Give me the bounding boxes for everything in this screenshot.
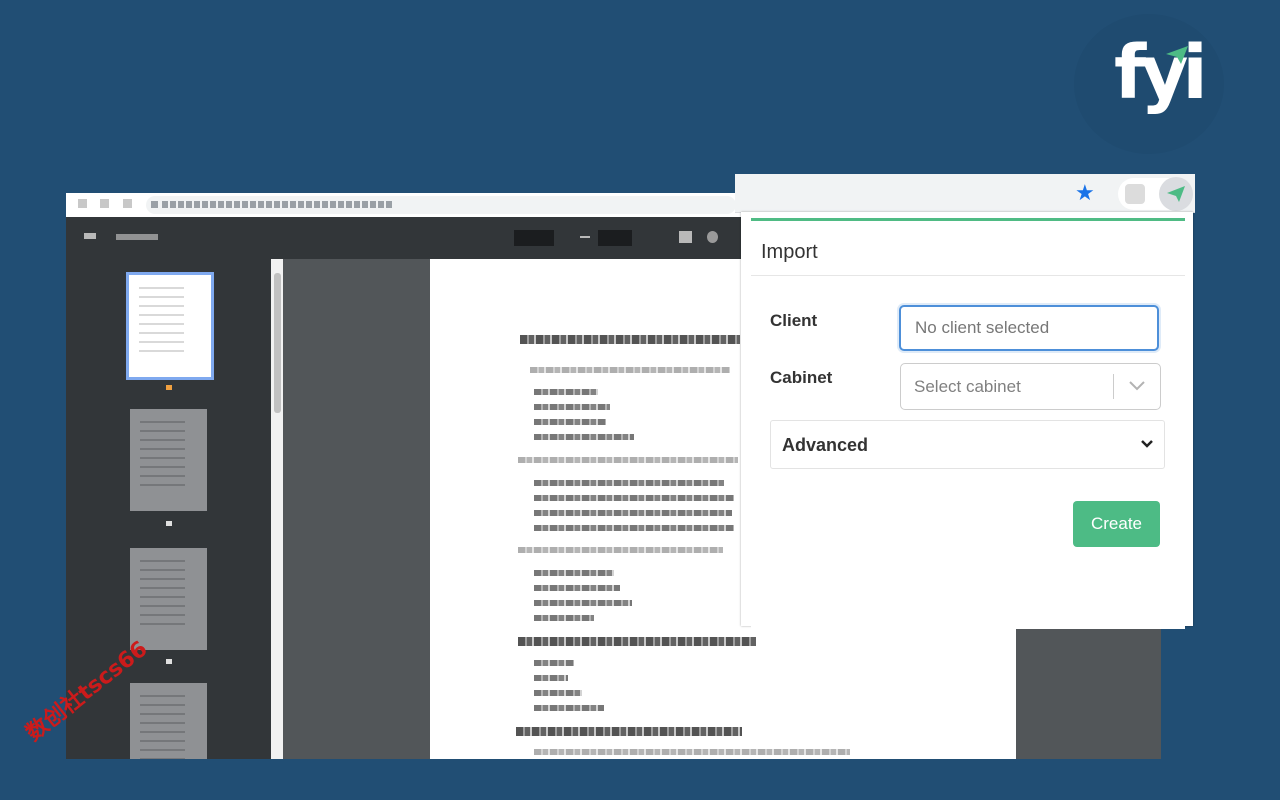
blurred-text (534, 749, 850, 755)
blurred-text (534, 404, 610, 410)
page-thumbnail[interactable] (126, 272, 214, 380)
sidebar-scrollbar-thumb[interactable] (274, 273, 281, 413)
blurred-text (534, 480, 724, 486)
lock-icon (151, 201, 158, 208)
blurred-text (518, 457, 738, 463)
address-text-blurred (162, 201, 392, 208)
import-popup: Import Client Cabinet Select cabinet Adv… (751, 218, 1185, 629)
blurred-text (534, 495, 734, 501)
forward-arrow-icon[interactable] (100, 199, 109, 208)
page-thumbnail[interactable] (130, 409, 207, 511)
page-number-label (166, 659, 172, 664)
zoom-out-icon[interactable] (580, 236, 590, 238)
fyi-extension-button[interactable] (1159, 177, 1193, 211)
fyi-logo: fyi (1114, 30, 1208, 116)
advanced-toggle[interactable]: Advanced (770, 420, 1165, 469)
page-number-field[interactable] (514, 230, 554, 246)
select-separator (1113, 374, 1114, 399)
blurred-text (530, 367, 730, 373)
blurred-text (534, 585, 620, 591)
page-number-label (166, 385, 172, 390)
logo-paper-plane-icon (1166, 46, 1188, 64)
address-bar[interactable] (146, 196, 736, 214)
blurred-text (534, 434, 634, 440)
puzzle-extension-icon[interactable] (1125, 184, 1145, 204)
menu-icon[interactable] (84, 233, 96, 239)
blurred-text (516, 727, 742, 736)
client-label: Client (770, 311, 818, 330)
document-title-blurred (116, 234, 158, 240)
blurred-text (534, 525, 734, 531)
chevron-down-icon (1141, 440, 1153, 448)
blurred-text (520, 335, 740, 344)
page-number-label (166, 521, 172, 526)
blurred-text (534, 675, 568, 681)
create-button[interactable]: Create (1073, 501, 1160, 547)
fit-page-icon[interactable] (679, 231, 692, 243)
blurred-text (518, 637, 756, 646)
popup-divider (751, 275, 1185, 276)
rotate-icon[interactable] (707, 231, 718, 243)
cabinet-placeholder: Select cabinet (914, 377, 1021, 396)
chevron-down-icon[interactable] (1127, 374, 1147, 396)
zoom-in-icon[interactable] (643, 232, 653, 242)
paper-plane-icon (1167, 186, 1185, 202)
cabinet-select[interactable]: Select cabinet (900, 363, 1161, 410)
blurred-text (534, 389, 598, 395)
page-thumbnail[interactable] (130, 683, 207, 759)
client-input[interactable] (899, 305, 1159, 351)
star-icon[interactable]: ★ (1075, 182, 1095, 204)
advanced-label: Advanced (782, 435, 869, 455)
blurred-text (534, 419, 606, 425)
zoom-level-field[interactable] (598, 230, 632, 246)
blurred-text (534, 705, 604, 711)
back-arrow-icon[interactable] (78, 199, 87, 208)
cabinet-label: Cabinet (770, 368, 833, 387)
blurred-text (534, 660, 574, 666)
page-thumbnail[interactable] (130, 548, 207, 650)
blurred-text (518, 547, 723, 553)
blurred-text (534, 600, 632, 606)
blurred-text (534, 615, 594, 621)
popup-title: Import (761, 241, 818, 263)
blurred-text (534, 570, 614, 576)
blurred-text (534, 510, 732, 516)
reload-icon[interactable] (123, 199, 132, 208)
blurred-text (534, 690, 582, 696)
